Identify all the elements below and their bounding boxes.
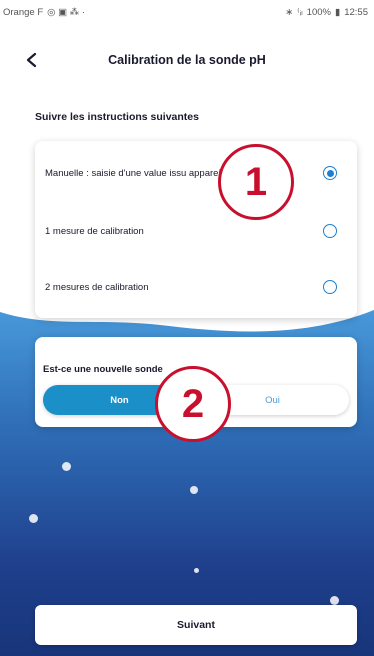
clock: 12:55 xyxy=(344,6,368,18)
carrier-label: Orange F xyxy=(3,6,44,18)
option-one-measure[interactable]: 1 mesure de calibration xyxy=(35,203,357,259)
status-bar: Orange F ◎ ▣ ⁂ · ∗ ⁽ᵢₗ 100% ▮ 12:55 xyxy=(0,0,374,24)
radio-selected[interactable] xyxy=(323,166,337,180)
question-label: Est-ce une nouvelle sonde xyxy=(43,364,163,375)
page-title: Calibration de la sonde pH xyxy=(108,53,266,67)
header: Calibration de la sonde pH xyxy=(0,40,374,80)
bubble xyxy=(330,596,339,605)
bubble xyxy=(62,462,71,471)
bubble xyxy=(190,486,198,494)
bubble xyxy=(29,514,38,523)
bluetooth-icon: ∗ xyxy=(285,6,294,18)
battery-level: 100% xyxy=(306,6,331,18)
signal-icon: ⁽ᵢₗ xyxy=(297,6,303,18)
option-label: 1 mesure de calibration xyxy=(45,225,144,237)
option-two-measures[interactable]: 2 mesures de calibration xyxy=(35,259,357,315)
step-badge-1: 1 xyxy=(218,144,294,220)
chevron-left-icon xyxy=(26,52,37,68)
option-label: 2 mesures de calibration xyxy=(45,281,149,293)
option-manual[interactable]: Manuelle : saisie d'une value issu appar… xyxy=(35,145,357,201)
calibration-options-card: Manuelle : saisie d'une value issu appar… xyxy=(35,141,357,318)
step-badge-2: 2 xyxy=(155,366,231,442)
battery-icon: ▮ xyxy=(334,6,341,18)
radio-unselected[interactable] xyxy=(323,224,337,238)
back-button[interactable] xyxy=(20,48,44,72)
radio-unselected[interactable] xyxy=(323,280,337,294)
notification-icons: ◎ ▣ ⁂ · xyxy=(47,6,85,18)
next-button[interactable]: Suivant xyxy=(35,605,357,645)
bubble xyxy=(194,568,199,573)
instructions-heading: Suivre les instructions suivantes xyxy=(35,111,199,123)
